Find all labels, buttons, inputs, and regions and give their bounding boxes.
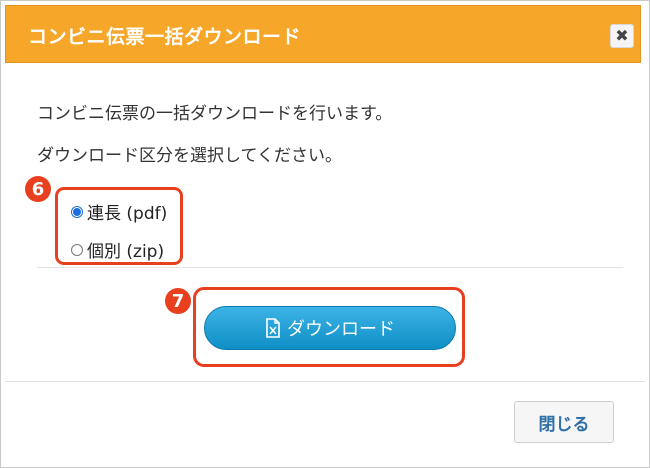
dialog-title: コンビニ伝票一括ダウンロード — [28, 26, 302, 48]
radio-option-kobetsu[interactable]: 個別 (zip) — [71, 237, 164, 262]
excel-file-icon — [266, 318, 280, 338]
radio-label: 連長 (pdf) — [87, 204, 168, 224]
divider — [37, 267, 623, 268]
radio-label: 個別 (zip) — [87, 242, 165, 262]
download-button[interactable]: ダウンロード — [204, 306, 456, 350]
download-dialog: コンビニ伝票一括ダウンロード ✖ コンビニ伝票の一括ダウンロードを行います。 ダ… — [0, 0, 650, 468]
message-line-2: ダウンロード区分を選択してください。 — [37, 146, 342, 166]
dialog-titlebar: コンビニ伝票一括ダウンロード ✖ — [5, 5, 641, 63]
close-icon-button[interactable]: ✖ — [610, 24, 634, 48]
step-badge-6: 6 — [25, 176, 51, 202]
footer-divider — [5, 381, 645, 382]
download-button-label: ダウンロード — [287, 319, 395, 340]
radio-button-unchecked[interactable] — [71, 243, 83, 256]
step-badge-7: 7 — [165, 288, 191, 314]
close-button[interactable]: 閉じる — [514, 401, 614, 443]
close-icon: ✖ — [615, 26, 629, 45]
radio-option-renchou[interactable]: 連長 (pdf) — [71, 199, 167, 224]
message-line-1: コンビニ伝票の一括ダウンロードを行います。 — [37, 104, 393, 124]
radio-button-checked[interactable] — [71, 205, 83, 218]
